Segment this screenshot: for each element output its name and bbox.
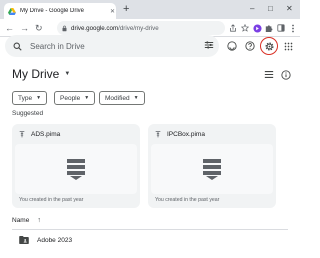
filter-label: Modified [105,94,130,102]
url-host: drive.google.com [71,24,119,32]
support-icon[interactable] [225,39,239,53]
close-window-icon[interactable]: ✕ [286,2,293,16]
search-input[interactable]: Search in Drive [30,42,85,51]
sidebar-icon[interactable] [276,23,286,33]
maximize-icon[interactable]: □ [268,2,273,16]
generic-file-icon [203,159,221,180]
filter-modified-chip[interactable]: Modified ▼ [99,91,145,105]
list-view-icon[interactable] [264,70,274,79]
generic-file-icon [67,159,85,180]
minimize-icon[interactable]: – [250,2,254,16]
suggested-file-card[interactable]: IPCBox.pima You created in the past year [148,124,276,208]
url-path: /drive/my-drive [118,24,159,32]
page-title[interactable]: My Drive ▼ [12,67,70,81]
extension-icon[interactable] [252,23,262,33]
share-icon[interactable] [228,23,238,33]
tab-title: My Drive - Google Drive [20,8,85,14]
browser-menu-icon[interactable] [288,23,298,33]
filter-type-chip[interactable]: Type ▼ [12,91,48,105]
card-activity-text: You created in the past year [19,197,84,203]
search-icon[interactable] [13,42,22,51]
page-title-text: My Drive [12,67,60,81]
card-activity-text: You created in the past year [155,197,220,203]
browser-tab[interactable]: My Drive - Google Drive ✕ [4,3,116,19]
name-column-header[interactable]: Name ↑ [12,217,41,224]
suggested-file-card[interactable]: ADS.pima You created in the past year [12,124,140,208]
table-row[interactable]: Adobe 2023 [12,231,288,249]
filter-label: People [60,94,81,102]
shared-folder-icon [19,236,29,244]
filter-label: Type [18,94,33,102]
name-column-label: Name [12,217,30,224]
info-icon[interactable] [281,70,291,80]
file-preview-thumbnail [15,144,137,194]
sort-arrow-icon[interactable]: ↑ [37,217,41,224]
settings-icon[interactable] [262,39,276,53]
url-text: drive.google.com/drive/my-drive [71,25,159,32]
drive-search-bar[interactable]: Search in Drive [5,35,219,57]
address-bar[interactable]: drive.google.com/drive/my-drive [57,21,225,35]
dropdown-arrow-icon: ▼ [133,95,139,101]
new-tab-button[interactable]: + [123,2,129,16]
bookmark-star-icon[interactable] [240,23,250,33]
extensions-puzzle-icon[interactable] [264,23,274,33]
file-type-icon [155,130,161,137]
chevron-down-icon: ▼ [64,71,71,77]
card-file-name: ADS.pima [31,130,61,138]
apps-grid-icon[interactable] [281,39,295,53]
help-icon[interactable] [243,39,257,53]
file-preview-thumbnail [151,144,273,194]
forward-icon[interactable]: → [20,21,29,35]
card-file-name: IPCBox.pima [167,130,205,138]
divider [12,229,288,230]
browser-tab-strip: My Drive - Google Drive ✕ + – □ ✕ [0,0,300,19]
tune-icon[interactable] [204,40,214,50]
row-file-name: Adobe 2023 [37,236,73,244]
google-drive-favicon-icon [8,7,16,15]
suggested-heading: Suggested [12,110,44,117]
dropdown-arrow-icon: ▼ [36,95,42,101]
dropdown-arrow-icon: ▼ [84,95,90,101]
filter-people-chip[interactable]: People ▼ [54,91,96,105]
back-icon[interactable]: ← [5,21,14,35]
reload-icon[interactable]: ↻ [35,21,43,35]
close-tab-icon[interactable]: ✕ [110,8,115,15]
lock-icon [62,25,67,31]
file-type-icon [19,130,25,137]
